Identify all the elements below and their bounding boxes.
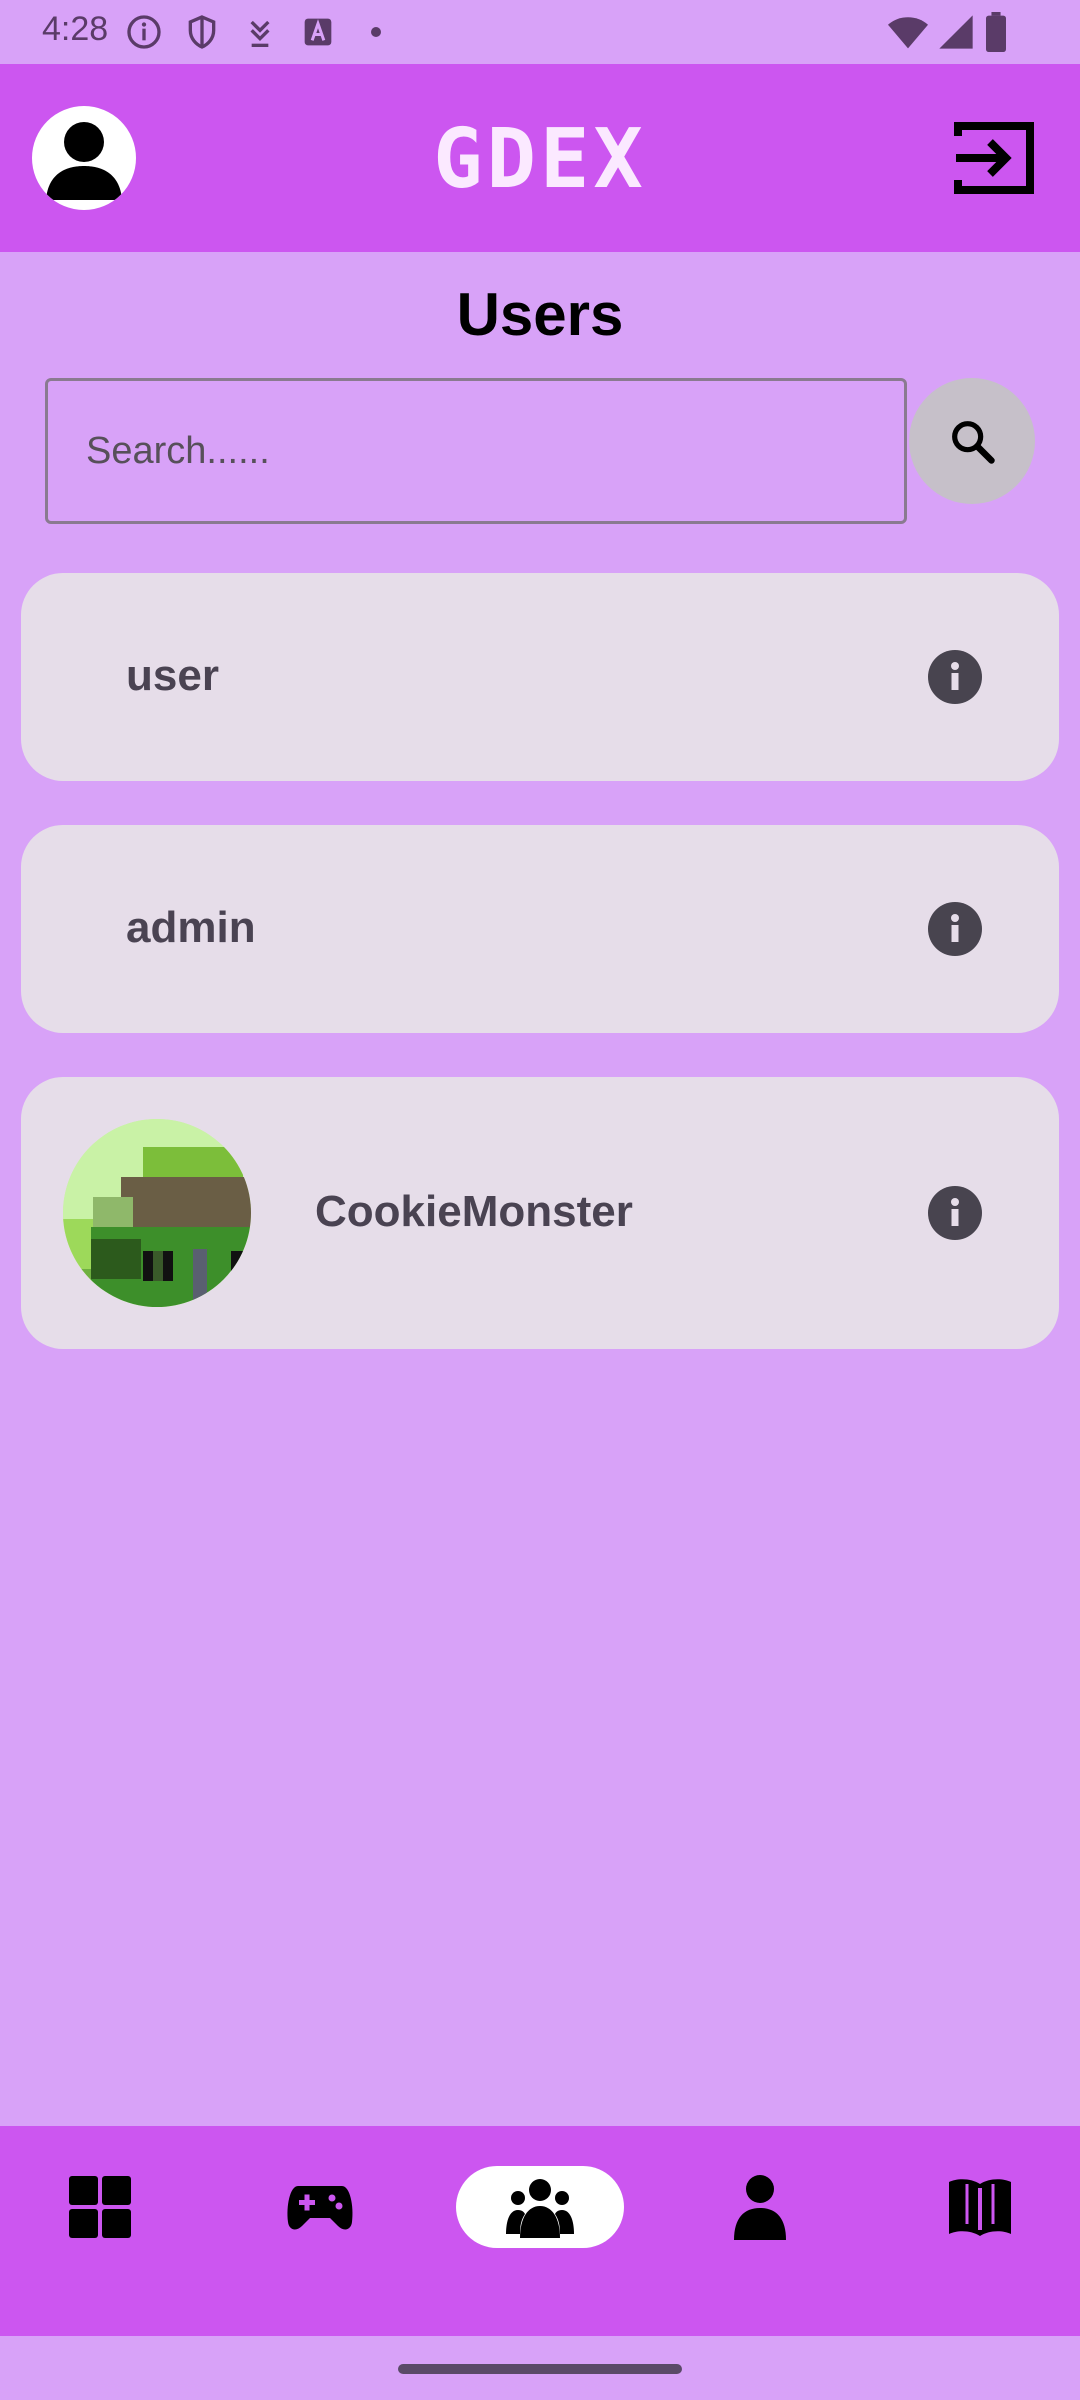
user-card-user[interactable]: user <box>21 573 1059 781</box>
wifi-icon <box>886 12 930 57</box>
app-bar: GDEX <box>0 64 1080 252</box>
logout-icon <box>954 122 1034 194</box>
nav-games[interactable] <box>260 2166 380 2248</box>
dashboard-icon <box>69 2176 131 2238</box>
person-icon <box>734 2175 786 2240</box>
app-logo: GDEX <box>433 112 647 207</box>
shield-icon <box>182 12 222 57</box>
search-icon <box>952 421 995 464</box>
battery-icon <box>984 12 1008 57</box>
cellular-signal-icon <box>936 12 976 57</box>
info-icon[interactable] <box>928 650 982 704</box>
book-icon <box>949 2179 1011 2236</box>
users-group-icon <box>506 2179 574 2238</box>
logout-button[interactable] <box>952 116 1036 200</box>
nav-dashboard[interactable] <box>40 2166 160 2248</box>
page-title: Users <box>456 281 624 348</box>
user-card-admin[interactable]: admin <box>21 825 1059 1033</box>
nav-library[interactable] <box>920 2166 1040 2248</box>
gesture-navigation-bar[interactable] <box>398 2364 682 2374</box>
status-bar: 4:28 <box>0 0 1080 64</box>
bottom-navigation <box>0 2126 1080 2336</box>
search-field[interactable] <box>45 378 907 524</box>
font-app-icon <box>298 12 338 57</box>
user-name: CookieMonster <box>315 1187 633 1236</box>
download-icon <box>240 12 280 57</box>
dot-icon <box>356 12 396 57</box>
user-avatar <box>63 1119 251 1307</box>
nav-profile[interactable] <box>700 2166 820 2248</box>
info-icon[interactable] <box>928 1186 982 1240</box>
user-card-cookiemonster[interactable]: CookieMonster <box>21 1077 1059 1349</box>
search-input[interactable] <box>48 381 904 521</box>
user-name: user <box>126 651 219 700</box>
info-circle-icon <box>124 12 164 57</box>
nav-users[interactable] <box>456 2166 624 2248</box>
info-icon[interactable] <box>928 902 982 956</box>
gamepad-icon <box>287 2186 353 2230</box>
user-name: admin <box>126 903 256 952</box>
search-button[interactable] <box>909 378 1035 504</box>
status-time: 4:28 <box>42 10 109 48</box>
